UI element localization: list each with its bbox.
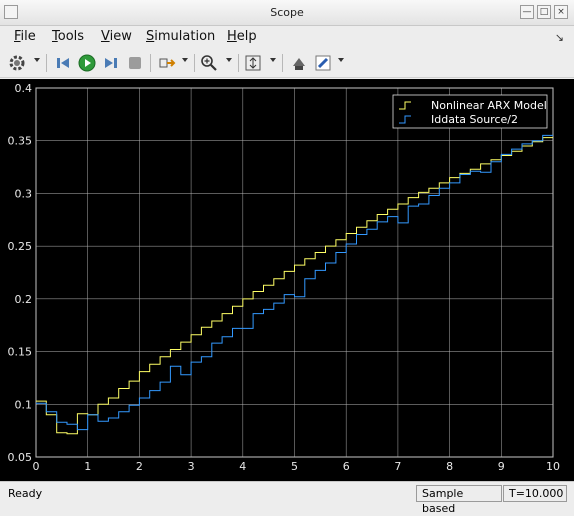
scope-display[interactable]: 0 1 2 3 4 5 6 7 8 9 10 0.05 0.1 0.15 0.2 0.25 0.3 0.35 0.4… xyxy=(0,79,574,481)
maximize-button[interactable]: □ xyxy=(537,5,551,19)
y-tick-label: 0.3 xyxy=(15,187,33,200)
minimize-button[interactable]: — xyxy=(520,5,534,19)
menu-simulation[interactable]: Simulation xyxy=(146,29,215,44)
stop-icon[interactable] xyxy=(124,52,146,74)
toolbar-separator xyxy=(238,54,239,72)
autoscale-icon[interactable] xyxy=(242,52,264,74)
menu-help[interactable]: Help xyxy=(227,29,257,44)
title-bar: Scope — □ × xyxy=(0,0,574,26)
toolbar xyxy=(0,48,574,78)
x-tick-label: 9 xyxy=(498,460,505,473)
status-bar: Ready Sample based T=10.000 xyxy=(0,481,574,515)
toolbar-separator xyxy=(282,54,283,72)
legend-label-1: Nonlinear ARX Model xyxy=(431,99,547,112)
highlight-block-icon[interactable] xyxy=(288,52,310,74)
signal-select-icon[interactable] xyxy=(156,52,178,74)
style-dropdown-arrow[interactable] xyxy=(338,58,344,62)
zoom-icon[interactable] xyxy=(198,52,220,74)
settings-dropdown-arrow[interactable] xyxy=(34,58,40,62)
status-text: Ready xyxy=(8,487,43,500)
menu-file[interactable]: File xyxy=(14,29,36,44)
x-tick-label: 5 xyxy=(291,460,298,473)
x-tick-label: 6 xyxy=(343,460,350,473)
toolbar-separator xyxy=(46,54,47,72)
x-tick-label: 7 xyxy=(394,460,401,473)
x-tick-label: 4 xyxy=(239,460,246,473)
window-title: Scope xyxy=(270,6,304,19)
x-tick-label: 1 xyxy=(84,460,91,473)
step-back-icon[interactable] xyxy=(52,52,74,74)
menu-tools[interactable]: Tools xyxy=(52,29,84,44)
dock-icon[interactable]: ↘ xyxy=(555,31,564,44)
x-tick-label: 10 xyxy=(546,460,560,473)
y-tick-label: 0.4 xyxy=(15,82,33,95)
sampling-mode: Sample based xyxy=(416,485,502,515)
y-tick-label: 0.15 xyxy=(8,346,33,359)
simulation-time: T=10.000 xyxy=(503,485,567,502)
signal-dropdown-arrow[interactable] xyxy=(182,58,188,62)
legend-label-2: Iddata Source/2 xyxy=(431,113,518,126)
style-icon[interactable] xyxy=(312,52,334,74)
x-tick-label: 0 xyxy=(33,460,40,473)
zoom-dropdown-arrow[interactable] xyxy=(226,58,232,62)
y-tick-label: 0.2 xyxy=(15,293,33,306)
x-tick-label: 8 xyxy=(446,460,453,473)
step-forward-icon[interactable] xyxy=(100,52,122,74)
gear-icon[interactable] xyxy=(6,52,28,74)
autoscale-dropdown-arrow[interactable] xyxy=(270,58,276,62)
y-tick-label: 0.05 xyxy=(8,451,33,464)
menu-view[interactable]: View xyxy=(101,29,132,44)
toolbar-separator xyxy=(150,54,151,72)
scope-plot: 0 1 2 3 4 5 6 7 8 9 10 0.05 0.1 0.15 0.2 0.25 0.3 0.35 0.4… xyxy=(8,82,561,473)
close-button[interactable]: × xyxy=(554,5,568,19)
y-tick-label: 0.35 xyxy=(8,135,33,148)
run-icon[interactable] xyxy=(76,52,98,74)
toolbar-separator xyxy=(194,54,195,72)
y-tick-label: 0.25 xyxy=(8,240,33,253)
y-tick-label: 0.1 xyxy=(15,398,33,411)
menu-bar: File Tools View Simulation Help ↘ xyxy=(0,26,574,48)
x-tick-label: 3 xyxy=(188,460,195,473)
x-tick-label: 2 xyxy=(136,460,143,473)
